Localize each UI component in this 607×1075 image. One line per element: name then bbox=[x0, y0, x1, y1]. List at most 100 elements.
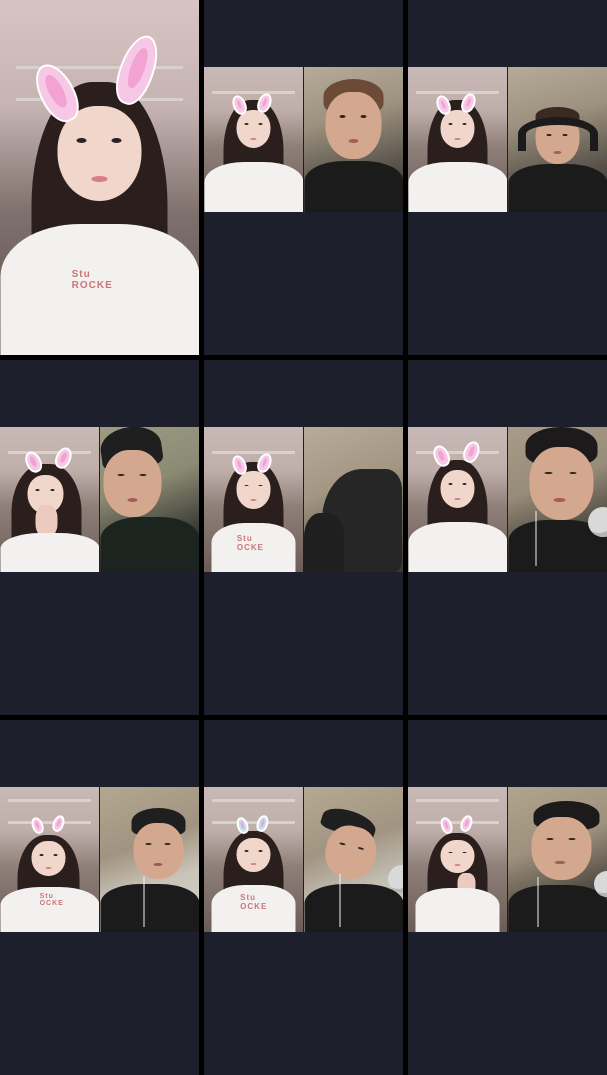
left-eye bbox=[448, 483, 453, 486]
person-female: Stu OCKE bbox=[204, 825, 303, 932]
duet-right-frame[interactable] bbox=[100, 427, 199, 572]
bunny-ears-filter-icon bbox=[21, 444, 75, 476]
left-bunny-ear bbox=[229, 453, 249, 477]
grid-cell-r2c3[interactable] bbox=[408, 360, 607, 715]
right-eye bbox=[111, 137, 122, 143]
person-female bbox=[0, 457, 99, 572]
right-eye bbox=[360, 114, 367, 119]
person-male bbox=[304, 79, 403, 212]
grid-cell-r1c3[interactable] bbox=[408, 0, 607, 355]
right-bunny-ear bbox=[254, 91, 274, 115]
shelf bbox=[415, 799, 500, 802]
person-male bbox=[508, 427, 607, 572]
vertical-divider bbox=[403, 0, 408, 1075]
face bbox=[531, 816, 592, 880]
left-eye bbox=[76, 137, 87, 143]
shirt-print: Stu OCKE bbox=[240, 893, 268, 912]
duet-left-frame[interactable] bbox=[204, 67, 303, 212]
bunny-ears-filter-icon bbox=[433, 91, 479, 117]
horizontal-divider bbox=[0, 355, 607, 360]
bunny-ears-filter-icon bbox=[437, 813, 475, 836]
person-male bbox=[508, 801, 607, 932]
shirt: Stu OCKE bbox=[0, 886, 99, 932]
grid-cell-r2c1[interactable] bbox=[0, 360, 199, 715]
right-eye bbox=[569, 471, 577, 475]
lips bbox=[250, 137, 257, 141]
right-eye bbox=[462, 851, 467, 854]
mouth bbox=[153, 862, 163, 867]
left-eye bbox=[244, 484, 249, 486]
lips bbox=[454, 137, 461, 141]
hoodie bbox=[508, 884, 607, 932]
duet-left-frame[interactable] bbox=[408, 787, 507, 932]
duet-right-frame[interactable] bbox=[304, 67, 403, 212]
duet-left-frame[interactable]: Stu OCKE bbox=[204, 427, 303, 572]
right-bunny-ear bbox=[254, 451, 274, 475]
left-bunny-ear bbox=[234, 815, 250, 836]
raised-arms bbox=[518, 117, 598, 151]
grid-cell-r1c2[interactable] bbox=[204, 0, 403, 355]
horizontal-divider bbox=[0, 715, 607, 720]
duet-right-frame[interactable] bbox=[508, 427, 607, 572]
duet-left-frame[interactable]: Stu OCKE bbox=[0, 787, 99, 932]
mouth bbox=[127, 498, 138, 503]
face bbox=[529, 447, 594, 520]
right-eye bbox=[258, 850, 263, 852]
hoodie bbox=[304, 161, 403, 212]
grid-cell-r1c1[interactable]: Stu ROCKE bbox=[0, 0, 199, 355]
vertical-divider bbox=[199, 0, 204, 1075]
bunny-ears-filter-icon bbox=[229, 91, 275, 117]
hoodie bbox=[508, 164, 607, 212]
duet-left-frame[interactable]: Stu OCKE bbox=[204, 787, 303, 932]
left-eye bbox=[145, 842, 152, 845]
right-bunny-ear bbox=[51, 444, 75, 472]
shirt bbox=[0, 532, 99, 572]
left-bunny-ear bbox=[433, 93, 453, 117]
face bbox=[325, 92, 382, 159]
duet-right-frame[interactable] bbox=[304, 427, 403, 572]
hoodie bbox=[304, 513, 344, 572]
person-male bbox=[304, 803, 403, 932]
right-eye bbox=[357, 846, 364, 850]
duet-right-frame[interactable] bbox=[508, 787, 607, 932]
shirt: Stu ROCKE bbox=[0, 224, 199, 355]
lips bbox=[454, 864, 461, 867]
right-bunny-ear bbox=[459, 438, 483, 466]
face bbox=[236, 109, 271, 148]
grid-cell-r2c2[interactable]: Stu OCKE bbox=[204, 360, 403, 715]
video-grid: Stu ROCKE Stu OCKE Stu OCKE Stu OCKE bbox=[0, 0, 607, 1075]
person-female bbox=[408, 453, 507, 572]
bunny-ears-filter-icon bbox=[28, 813, 68, 836]
duet-right-frame[interactable] bbox=[508, 67, 607, 212]
bunny-ears-filter-icon bbox=[234, 813, 271, 836]
left-eye bbox=[117, 474, 125, 477]
right-bunny-ear bbox=[457, 813, 475, 834]
person-female bbox=[408, 827, 507, 932]
mouth bbox=[553, 498, 566, 503]
shirt bbox=[408, 522, 507, 572]
duet-right-frame[interactable] bbox=[304, 787, 403, 932]
hoodie bbox=[304, 883, 403, 932]
lips bbox=[45, 867, 52, 870]
left-eye bbox=[544, 471, 553, 475]
solo-video-frame[interactable]: Stu ROCKE bbox=[0, 0, 199, 355]
person-male bbox=[100, 427, 199, 572]
right-eye bbox=[462, 123, 467, 126]
lips bbox=[250, 499, 257, 502]
grid-cell-r3c2[interactable]: Stu OCKE bbox=[204, 720, 403, 1075]
bunny-ears-filter-icon bbox=[26, 30, 165, 129]
shelf bbox=[211, 799, 296, 802]
left-bunny-ear bbox=[429, 442, 453, 470]
bunny-ears-filter-icon bbox=[229, 451, 275, 477]
duet-left-frame[interactable] bbox=[408, 427, 507, 572]
shirt-print: Stu ROCKE bbox=[71, 268, 113, 291]
duet-left-frame[interactable] bbox=[408, 67, 507, 212]
grid-cell-r3c3[interactable] bbox=[408, 720, 607, 1075]
duet-right-frame[interactable] bbox=[100, 787, 199, 932]
right-bunny-ear bbox=[108, 30, 165, 110]
grid-cell-r3c1[interactable]: Stu OCKE bbox=[0, 720, 199, 1075]
face bbox=[236, 471, 271, 509]
face bbox=[440, 469, 475, 508]
duet-left-frame[interactable] bbox=[0, 427, 99, 572]
shirt-print: Stu OCKE bbox=[39, 893, 64, 908]
